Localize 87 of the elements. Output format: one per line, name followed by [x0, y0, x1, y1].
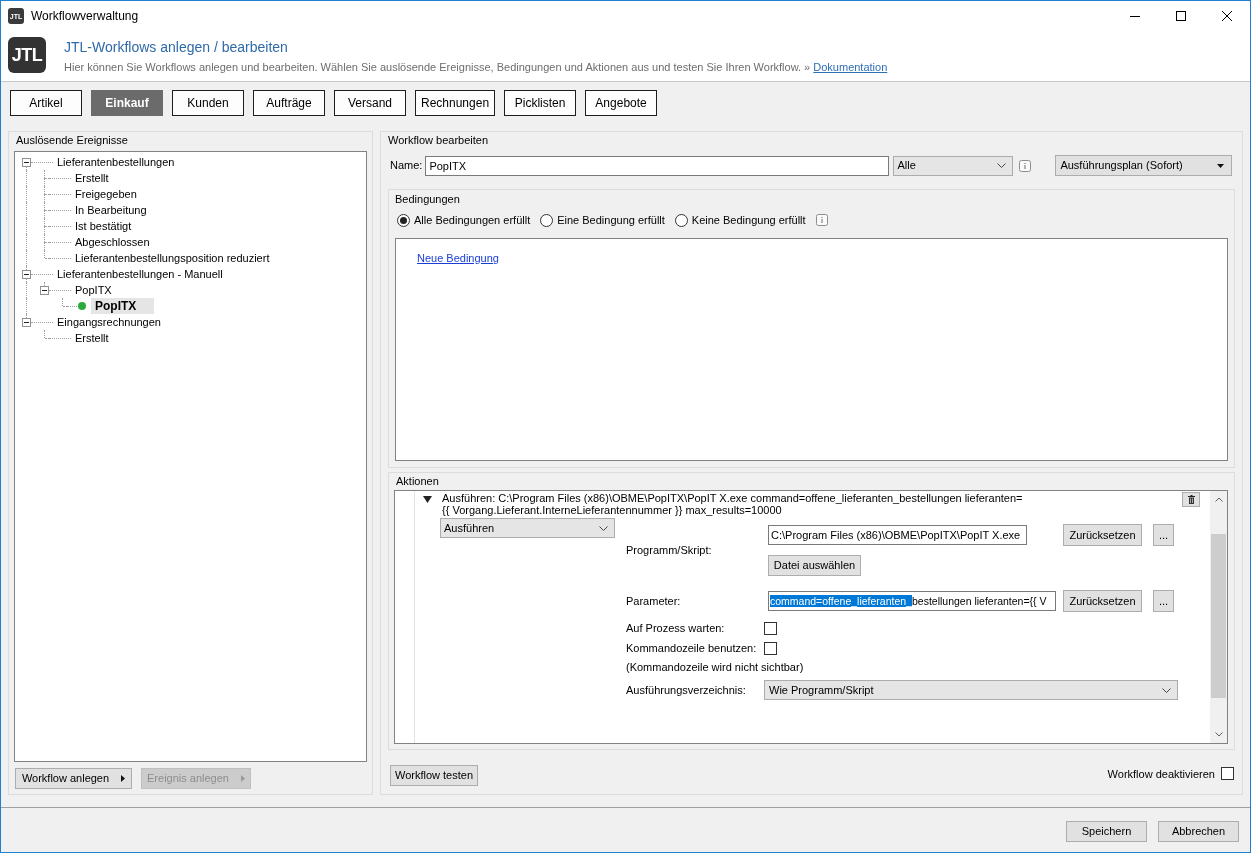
radio-label[interactable]: Alle Bedingungen erfüllt: [414, 211, 531, 229]
tree-item[interactable]: Lieferantenbestellungen - Manuell: [53, 266, 227, 282]
chevron-down-icon: [997, 163, 1007, 168]
radio-button[interactable]: [540, 213, 554, 227]
scrollbar[interactable]: [1210, 491, 1227, 743]
field-label: Programm/Skript:: [626, 542, 713, 558]
checkbox[interactable]: [1221, 767, 1234, 780]
field-label: Name:: [390, 158, 423, 174]
minimize-icon: [1130, 15, 1140, 17]
tree-item[interactable]: Erstellt: [71, 170, 113, 186]
button[interactable]: Zurücksetzen: [1063, 590, 1142, 612]
header-logo: JTL: [8, 37, 46, 73]
tab[interactable]: Rechnungen: [415, 90, 496, 116]
tab[interactable]: Aufträge: [253, 90, 325, 116]
radio-label[interactable]: Keine Bedingung erfüllt: [691, 211, 806, 229]
scope-dropdown[interactable]: Alle: [893, 155, 1014, 176]
name-field[interactable]: PopITX: [425, 155, 890, 176]
schedule-dropdown[interactable]: Ausführungsplan (Sofort): [1055, 155, 1233, 176]
button[interactable]: Abbrechen: [1158, 821, 1239, 842]
field-label: Parameter:: [626, 593, 682, 609]
documentation-link[interactable]: Dokumentation: [813, 61, 888, 73]
tree-item[interactable]: Erstellt: [71, 330, 113, 346]
tree-item[interactable]: In Bearbeitung: [71, 202, 151, 218]
chevron-down-icon: [1214, 732, 1223, 737]
header-description: Hier können Sie Workflows anlegen und bearbeiten. Wählen Sie auslösende Ereignisse, Bedingungen und Aktionen aus und testen Sie Ihren Workflow. » Dokumentation: [64, 61, 888, 74]
button[interactable]: Workflow anlegen: [15, 768, 132, 789]
tab[interactable]: Kunden: [172, 90, 244, 116]
chevron-down-icon: [1162, 687, 1171, 693]
add-condition-link[interactable]: Neue Bedingung: [417, 252, 499, 264]
chevron-down-icon: [599, 525, 608, 531]
scrollbar-thumb[interactable]: [1211, 534, 1226, 698]
collapse-icon[interactable]: [22, 158, 31, 167]
collapse-icon[interactable]: [40, 286, 49, 295]
group-title: Bedingungen: [395, 192, 460, 207]
tree-item[interactable]: Lieferantenbestellungen: [53, 154, 179, 170]
field-label: Ausführungsverzeichnis:: [626, 682, 747, 698]
button[interactable]: ...: [1153, 590, 1174, 612]
radio-button[interactable]: [674, 213, 688, 227]
collapse-icon[interactable]: [22, 270, 31, 279]
chevron-up-icon: [1214, 497, 1223, 502]
tab[interactable]: Angebote: [585, 90, 658, 116]
tab[interactable]: Einkauf: [91, 90, 163, 116]
tab[interactable]: Artikel: [10, 90, 82, 116]
trash-icon: [1187, 495, 1195, 504]
action-summary: {{ Vorgang.Lieferant.InterneLieferantennummer }} max_results=10000: [442, 504, 783, 516]
checkbox[interactable]: [764, 642, 777, 655]
button[interactable]: Workflow testen: [390, 765, 478, 786]
checkbox[interactable]: [764, 622, 777, 635]
tree-item[interactable]: PopITX: [91, 298, 155, 314]
button[interactable]: Datei auswählen: [768, 555, 861, 576]
option-label: Kommandozeile benutzen:: [626, 641, 758, 657]
disabled-button: Ereignis anlegen: [141, 768, 251, 789]
program-path-field[interactable]: C:\Program Files (x86)\OBME\PopITX\PopIT X.exe: [768, 525, 1027, 545]
maximize-icon: [1176, 11, 1186, 21]
action-type-dropdown[interactable]: Ausführen: [440, 518, 615, 538]
radio-button[interactable]: [397, 213, 410, 227]
tab[interactable]: Versand: [334, 90, 406, 116]
tree-item[interactable]: Lieferantenbestellungsposition reduziert: [71, 250, 274, 266]
checkbox-label[interactable]: Workflow deaktivieren: [1107, 766, 1215, 783]
note-text: (Kommandozeile wird nicht sichtbar): [626, 661, 804, 673]
action-summary: Ausführen: C:\Program Files (x86)\OBME\PopITX\PopIT X.exe command=offene_lieferanten_bestellungen lieferanten=: [442, 492, 1023, 504]
info-icon[interactable]: [1019, 159, 1032, 172]
tree-item[interactable]: PopITX: [71, 282, 116, 298]
button[interactable]: Speichern: [1066, 821, 1147, 842]
delete-button[interactable]: [1182, 492, 1200, 507]
button[interactable]: Zurücksetzen: [1063, 524, 1142, 546]
option-label: Auf Prozess warten:: [626, 621, 726, 637]
directory-dropdown[interactable]: Wie Programm/Skript: [764, 680, 1178, 700]
tree-item[interactable]: Eingangsrechnungen: [53, 314, 165, 330]
button[interactable]: ...: [1153, 524, 1174, 546]
caret-down-icon: [1217, 163, 1225, 168]
caret-down-icon[interactable]: [423, 496, 432, 503]
header-title: JTL-Workflows anlegen / bearbeiten: [64, 38, 289, 56]
info-icon[interactable]: [815, 214, 828, 226]
caret-right-icon: [121, 775, 126, 782]
tree-item[interactable]: Ist bestätigt: [71, 218, 136, 234]
close-icon: [1222, 11, 1232, 21]
collapse-icon[interactable]: [22, 318, 31, 327]
caret-right-icon: [240, 775, 245, 782]
group-title: Auslösende Ereignisse: [16, 133, 128, 148]
radio-label[interactable]: Eine Bedingung erfüllt: [557, 211, 665, 229]
tab[interactable]: Picklisten: [504, 90, 577, 116]
tree-item[interactable]: Abgeschlossen: [71, 234, 154, 250]
tree-item[interactable]: Freigegeben: [71, 186, 141, 202]
window-title: Workflowverwaltung: [31, 8, 139, 25]
group-title: Workflow bearbeiten: [388, 133, 489, 148]
group-title: Aktionen: [396, 474, 439, 489]
